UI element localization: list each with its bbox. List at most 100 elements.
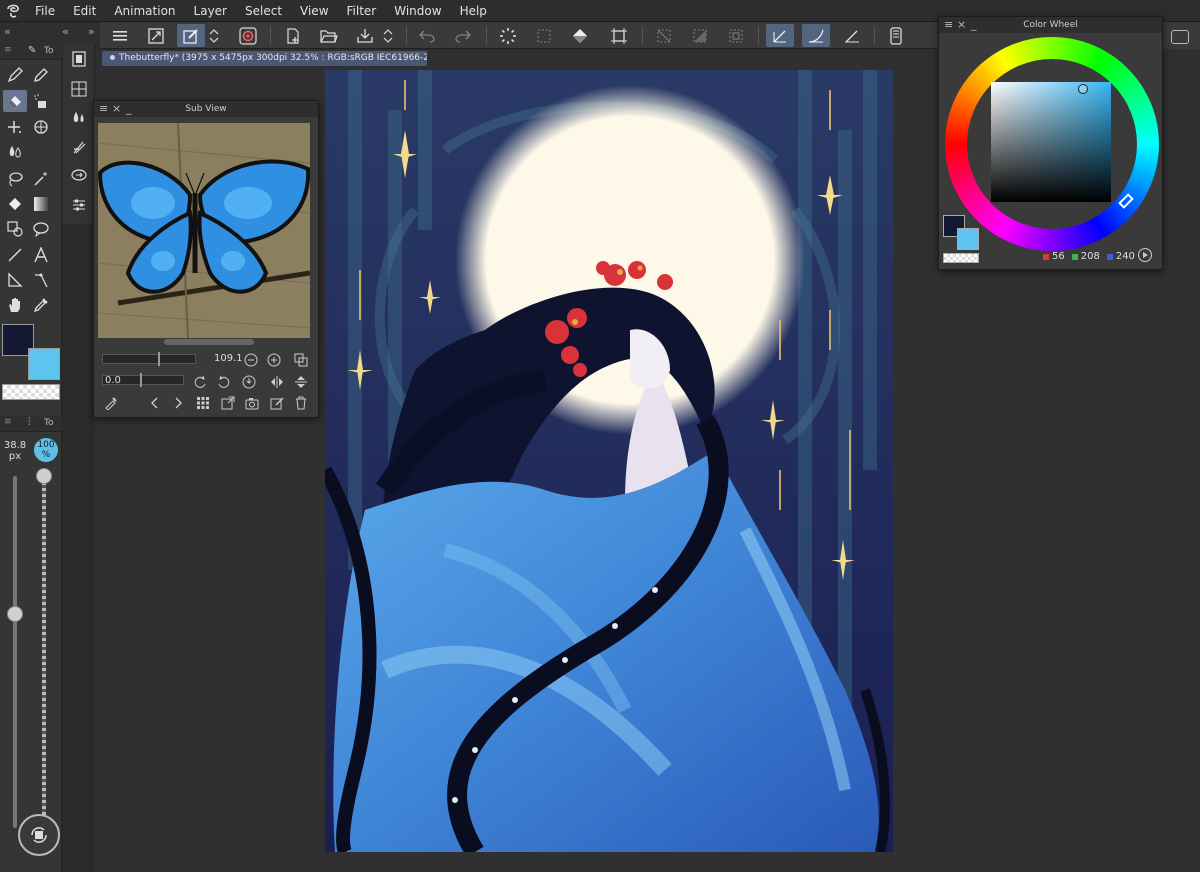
snap-grid-icon[interactable] xyxy=(838,24,866,47)
opacity-slider-thumb[interactable] xyxy=(36,468,52,484)
collapse-left-icon-2[interactable]: « xyxy=(62,25,69,38)
trash-icon[interactable] xyxy=(293,395,309,411)
zoom-out-icon[interactable] xyxy=(243,352,259,368)
hamburger-icon[interactable] xyxy=(106,24,134,47)
save-icon[interactable] xyxy=(351,24,379,47)
correct-line-tool-icon[interactable] xyxy=(29,269,53,291)
stepper-icon[interactable] xyxy=(206,24,222,47)
cw-sub-color-swatch[interactable] xyxy=(957,228,979,250)
fill-icon[interactable] xyxy=(566,24,594,47)
transparent-color-swatch[interactable] xyxy=(2,384,60,400)
menu-animation[interactable]: Animation xyxy=(105,0,184,22)
operation-tool-icon[interactable] xyxy=(29,116,53,138)
thumbnail-grid-icon[interactable] xyxy=(195,395,211,411)
document-tab[interactable]: Thebutterfly* (3975 x 5475px 300dpi 32.5… xyxy=(102,51,427,66)
magic-wand-icon[interactable] xyxy=(29,168,53,190)
navigator-icon[interactable] xyxy=(67,164,91,186)
opacity-readout[interactable]: 100 % xyxy=(34,438,58,462)
eyedropper-tool-icon[interactable] xyxy=(29,294,53,316)
saturation-value-marker[interactable] xyxy=(1078,84,1088,94)
minimize-icon[interactable]: _ xyxy=(126,101,132,117)
pencil-tool-icon[interactable] xyxy=(29,64,53,86)
fill-bucket-icon[interactable] xyxy=(3,193,27,215)
menu-window[interactable]: Window xyxy=(385,0,450,22)
menu-edit[interactable]: Edit xyxy=(64,0,105,22)
eyedropper-icon[interactable] xyxy=(103,395,119,411)
expand-right-icon[interactable]: » xyxy=(88,25,95,38)
zoom-slider-handle[interactable] xyxy=(158,352,160,366)
fit-canvas-icon[interactable] xyxy=(142,24,170,47)
flip-horizontal-icon[interactable] xyxy=(269,374,285,390)
save-stepper-icon[interactable] xyxy=(380,24,396,47)
menu-filter[interactable]: Filter xyxy=(338,0,386,22)
drops-icon[interactable] xyxy=(67,106,91,128)
close-icon[interactable]: × xyxy=(112,101,121,117)
record-icon[interactable] xyxy=(234,24,262,47)
flip-vertical-icon[interactable] xyxy=(293,374,309,390)
adjust-sliders-icon[interactable] xyxy=(67,194,91,216)
brush-size-slider-thumb[interactable] xyxy=(7,606,23,622)
menu-select[interactable]: Select xyxy=(236,0,291,22)
text-tool-icon[interactable] xyxy=(29,244,53,266)
tool-tab-label[interactable]: To xyxy=(44,46,53,56)
import-image-icon[interactable] xyxy=(220,395,236,411)
modifier-key-icon[interactable] xyxy=(18,814,60,856)
redo-icon[interactable] xyxy=(449,24,477,47)
next-image-icon[interactable] xyxy=(171,395,187,411)
brush-preset-icon[interactable] xyxy=(67,136,91,158)
menu-layer[interactable]: Layer xyxy=(185,0,236,22)
lasso-tool-icon[interactable] xyxy=(3,168,27,190)
undo-icon[interactable] xyxy=(413,24,441,47)
line-tool-icon[interactable] xyxy=(3,244,27,266)
edit-image-icon[interactable] xyxy=(269,395,285,411)
menu-help[interactable]: Help xyxy=(451,0,496,22)
close-icon-2[interactable]: × xyxy=(957,17,966,33)
figure-tool-icon[interactable] xyxy=(3,218,27,240)
collapse-left-icon[interactable]: « xyxy=(4,25,11,38)
edit-mode-icon[interactable] xyxy=(177,24,205,47)
blend-tool-icon[interactable] xyxy=(3,140,27,162)
menu-file[interactable]: File xyxy=(26,0,64,22)
decoration-tool-icon[interactable] xyxy=(3,116,27,138)
material-grid-icon[interactable] xyxy=(67,78,91,100)
crop-icon[interactable] xyxy=(605,24,633,47)
color-mode-icon[interactable] xyxy=(1138,248,1152,262)
snap-special-ruler-icon[interactable] xyxy=(802,24,830,47)
smartphone-connect-icon[interactable] xyxy=(882,24,910,47)
subview-scrollbar[interactable] xyxy=(164,339,254,345)
zoom-in-icon[interactable] xyxy=(266,352,282,368)
brush-tab-icon[interactable]: ✎ xyxy=(28,45,36,56)
airbrush-tool-icon[interactable] xyxy=(29,90,53,112)
reset-rotation-icon[interactable] xyxy=(241,374,257,390)
canvas-artwork[interactable] xyxy=(325,70,893,852)
tool-property-tab-label[interactable]: To xyxy=(44,418,53,428)
new-file-icon[interactable] xyxy=(279,24,307,47)
grip-icon[interactable]: ≡ xyxy=(4,45,12,55)
rotation-slider-handle[interactable] xyxy=(140,373,142,387)
open-folder-icon[interactable] xyxy=(315,24,343,47)
zoom-slider[interactable] xyxy=(102,354,196,364)
cw-transparent-swatch[interactable] xyxy=(943,253,979,263)
rotate-right-icon[interactable] xyxy=(216,374,232,390)
ruler-tool-icon[interactable] xyxy=(3,269,27,291)
minimize-icon-2[interactable]: _ xyxy=(971,17,977,33)
deselect-icon[interactable] xyxy=(650,24,678,47)
film-strip-icon[interactable] xyxy=(67,48,91,70)
toggle-view-icon[interactable] xyxy=(293,352,309,368)
opacity-slider[interactable] xyxy=(42,476,46,828)
app-logo-icon[interactable] xyxy=(0,0,26,22)
previous-image-icon[interactable] xyxy=(146,395,162,411)
menu-view[interactable]: View xyxy=(291,0,337,22)
rotate-left-icon[interactable] xyxy=(192,374,208,390)
balloon-tool-icon[interactable] xyxy=(29,218,53,240)
loading-spinner-icon[interactable] xyxy=(494,24,522,47)
snap-ruler-icon[interactable] xyxy=(766,24,794,47)
grip-icon-2[interactable]: ≡ xyxy=(4,417,12,427)
sliders-tab-icon[interactable]: ⫶ xyxy=(28,417,31,428)
hand-tool-icon[interactable] xyxy=(3,294,27,316)
camera-icon[interactable] xyxy=(244,395,260,411)
transform-selection-icon[interactable] xyxy=(530,24,558,47)
saturation-value-square[interactable] xyxy=(991,82,1111,202)
eraser-tool-icon[interactable] xyxy=(3,90,27,112)
companion-mode-icon[interactable] xyxy=(1171,30,1189,44)
